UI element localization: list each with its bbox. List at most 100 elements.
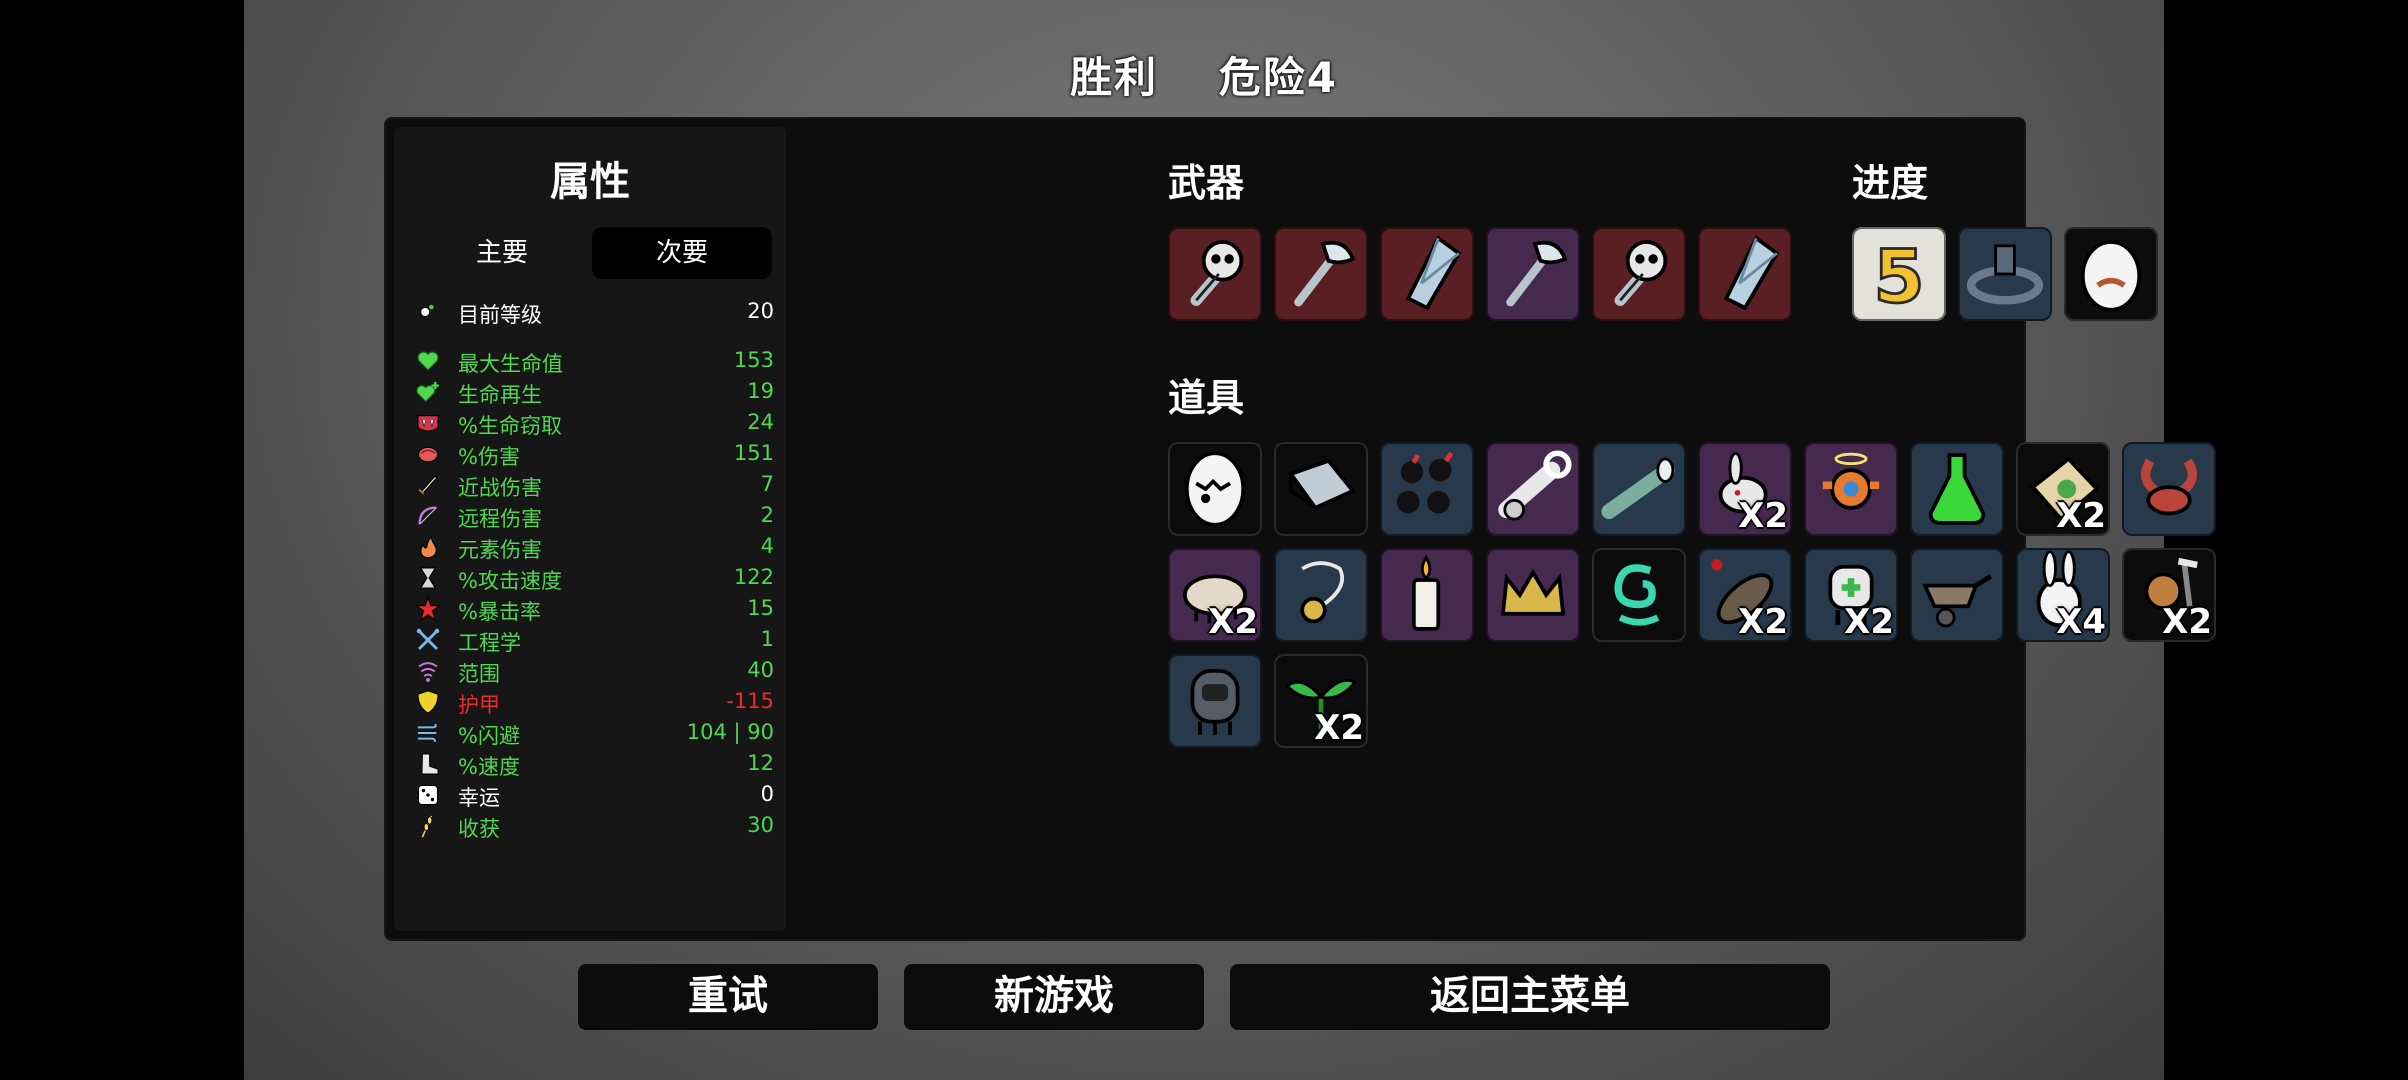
stat-row: %速度 12 xyxy=(414,749,774,779)
wrench-icon xyxy=(414,626,442,654)
boot-icon xyxy=(414,750,442,778)
items-slot[interactable] xyxy=(2122,442,2216,536)
items-slot[interactable] xyxy=(1168,442,1262,536)
muscle-icon xyxy=(414,440,442,468)
hourglass-icon xyxy=(414,564,442,592)
level-icon xyxy=(414,298,442,326)
stat-value: 15 xyxy=(747,596,774,620)
stat-name: 元素伤害 xyxy=(458,538,542,562)
weapons-slot[interactable] xyxy=(1168,227,1262,321)
stat-row: 最大生命值 153 xyxy=(414,346,774,376)
stat-row: 幸运 0 xyxy=(414,780,774,810)
main-menu-button[interactable]: 返回主菜单 xyxy=(1230,964,1830,1030)
items-slot[interactable]: X2 xyxy=(1274,654,1368,748)
progress-heading: 进度 xyxy=(1852,161,1929,205)
stats-panel: 属性 主要 次要 目前等级 20 最大生命值 153 生命再生 19 %生命窃取 24 %伤害 1… xyxy=(394,127,786,931)
stat-value: 20 xyxy=(747,299,774,323)
weapons-slot[interactable] xyxy=(1380,227,1474,321)
weapons-slot[interactable] xyxy=(1592,227,1686,321)
stat-value: 24 xyxy=(747,410,774,434)
stat-name: 幸运 xyxy=(458,786,500,810)
items-slot[interactable] xyxy=(1486,548,1580,642)
items-slot[interactable] xyxy=(1804,442,1898,536)
stat-row: 元素伤害 4 xyxy=(414,532,774,562)
stat-value: 151 xyxy=(733,441,774,465)
stat-name: %闪避 xyxy=(458,724,520,748)
victory-label: 胜利 xyxy=(1070,53,1159,102)
progress-slot[interactable] xyxy=(1958,227,2052,321)
stat-row: %生命窃取 24 xyxy=(414,408,774,438)
items-slot[interactable]: X2 xyxy=(2016,442,2110,536)
tab-primary[interactable]: 主要 xyxy=(412,227,592,279)
progress-slot[interactable] xyxy=(2064,227,2158,321)
stat-name: %速度 xyxy=(458,755,520,779)
item-count-badge: X2 xyxy=(1208,602,1258,642)
run-result-title: 胜利 危险4 xyxy=(244,44,2164,105)
stat-value: 104 | 90 xyxy=(686,720,774,744)
stats-tabs: 主要 次要 xyxy=(412,227,772,279)
items-slot[interactable]: X2 xyxy=(1698,548,1792,642)
stat-value: 4 xyxy=(760,534,774,558)
stat-name: 最大生命值 xyxy=(458,352,563,376)
weapons-heading: 武器 xyxy=(1168,161,1245,205)
new-game-button[interactable]: 新游戏 xyxy=(904,964,1204,1030)
flame-icon xyxy=(414,533,442,561)
stat-name: %伤害 xyxy=(458,445,520,469)
items-slot[interactable] xyxy=(1380,442,1474,536)
stat-name: 生命再生 xyxy=(458,383,542,407)
danger-level-label: 危险4 xyxy=(1218,53,1338,102)
stat-value: 30 xyxy=(747,813,774,837)
stat-name: %生命窃取 xyxy=(458,414,562,438)
stat-row: %伤害 151 xyxy=(414,439,774,469)
items-slot[interactable]: X4 xyxy=(2016,548,2110,642)
weapons-slot[interactable] xyxy=(1486,227,1580,321)
stat-value: 12 xyxy=(747,751,774,775)
item-count-badge: X2 xyxy=(1314,708,1364,748)
tab-secondary[interactable]: 次要 xyxy=(592,227,772,279)
stat-row: 生命再生 19 xyxy=(414,377,774,407)
items-slot[interactable] xyxy=(1592,548,1686,642)
stat-row: %闪避 104 | 90 xyxy=(414,718,774,748)
stat-row: 远程伤害 2 xyxy=(414,501,774,531)
weapons-slot[interactable] xyxy=(1274,227,1368,321)
items-slot[interactable] xyxy=(1274,548,1368,642)
run-summary-panel: 属性 主要 次要 目前等级 20 最大生命值 153 生命再生 19 %生命窃取 24 %伤害 1… xyxy=(386,119,2216,939)
items-slot[interactable] xyxy=(1168,654,1262,748)
items-slot[interactable]: X2 xyxy=(2122,548,2216,642)
items-slot[interactable] xyxy=(1592,442,1686,536)
stat-value: -115 xyxy=(726,689,774,713)
stat-name: 目前等级 xyxy=(458,303,542,327)
crit-burst-icon xyxy=(414,595,442,623)
items-slot[interactable] xyxy=(1274,442,1368,536)
dice-icon xyxy=(414,781,442,809)
stat-value: 7 xyxy=(760,472,774,496)
items-slot[interactable]: X2 xyxy=(1698,442,1792,536)
stats-title: 属性 xyxy=(550,159,630,205)
regen-heart-icon xyxy=(414,378,442,406)
item-count-badge: X2 xyxy=(1738,602,1788,642)
retry-button[interactable]: 重试 xyxy=(578,964,878,1030)
item-count-badge: X2 xyxy=(1844,602,1894,642)
stat-value: 2 xyxy=(760,503,774,527)
stat-value: 40 xyxy=(747,658,774,682)
item-count-badge: X2 xyxy=(1738,496,1788,536)
bow-icon xyxy=(414,502,442,530)
items-slot[interactable]: X2 xyxy=(1168,548,1262,642)
stat-value: 1 xyxy=(760,627,774,651)
wheat-icon xyxy=(414,812,442,840)
items-slot[interactable] xyxy=(1380,548,1474,642)
stat-row: %暴击率 15 xyxy=(414,594,774,624)
stat-name: 护甲 xyxy=(458,693,500,717)
items-slot[interactable]: X2 xyxy=(1804,548,1898,642)
range-wave-icon xyxy=(414,657,442,685)
weapons-slot[interactable] xyxy=(1698,227,1792,321)
items-slot[interactable] xyxy=(1910,442,2004,536)
items-slot[interactable] xyxy=(1910,548,2004,642)
items-slot[interactable] xyxy=(1486,442,1580,536)
svg-text:5: 5 xyxy=(1873,235,1924,320)
stat-row: 收获 30 xyxy=(414,811,774,841)
stat-name: 远程伤害 xyxy=(458,507,542,531)
stat-row: 护甲 -115 xyxy=(414,687,774,717)
heart-icon xyxy=(414,347,442,375)
progress-slot[interactable]: 5 xyxy=(1852,227,1946,321)
